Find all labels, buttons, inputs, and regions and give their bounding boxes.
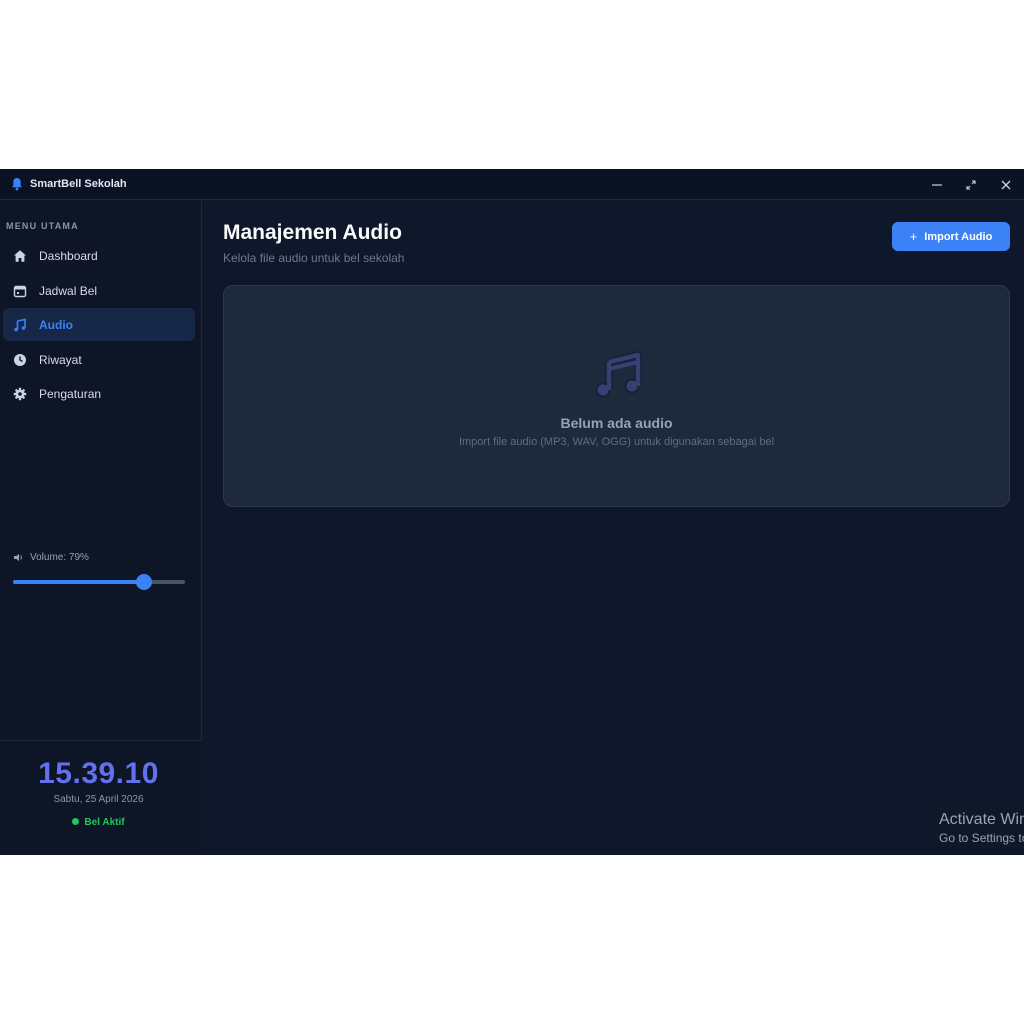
sidebar-item-label: Audio xyxy=(39,318,73,332)
sidebar-item-riwayat[interactable]: Riwayat xyxy=(3,343,195,376)
bell-status-label: Bel Aktif xyxy=(84,817,125,828)
home-icon xyxy=(14,250,26,262)
clock-icon xyxy=(14,354,26,366)
page-title: Manajemen Audio xyxy=(223,221,402,244)
minimize-button[interactable] xyxy=(920,169,954,200)
sidebar-item-jadwal-bel[interactable]: Jadwal Bel xyxy=(3,274,195,307)
status-dot-icon xyxy=(72,818,80,825)
sidebar-item-dashboard[interactable]: Dashboard xyxy=(3,239,195,272)
music-icon xyxy=(595,351,642,398)
maximize-button[interactable] xyxy=(954,169,988,200)
sidebar-item-label: Dashboard xyxy=(39,249,98,263)
clock-date: Sabtu, 25 April 2026 xyxy=(53,794,144,805)
gear-icon xyxy=(13,387,27,401)
speaker-icon xyxy=(14,553,22,562)
sidebar-item-label: Jadwal Bel xyxy=(39,284,98,298)
volume-label: Volume: 79% xyxy=(30,552,89,563)
empty-state-title: Belum ada audio xyxy=(560,415,673,431)
volume-slider-fill xyxy=(13,580,144,584)
main-content: Manajemen Audio Kelola file audio untuk … xyxy=(203,201,1024,855)
volume-slider[interactable] xyxy=(13,574,185,590)
music-note-icon xyxy=(14,318,26,332)
clock-panel: 15.39.10 Sabtu, 25 April 2026 Bel Aktif xyxy=(0,740,202,855)
sidebar-item-audio[interactable]: Audio xyxy=(3,308,195,341)
page-subtitle: Kelola file audio untuk bel sekolah xyxy=(223,251,405,265)
volume-slider-thumb[interactable] xyxy=(135,574,152,590)
close-icon xyxy=(1001,180,1011,189)
minimize-icon xyxy=(932,183,942,186)
sidebar: MENU UTAMA Dashboard Jadwal Bel Audio Ri… xyxy=(0,201,202,855)
sidebar-item-label: Riwayat xyxy=(39,353,82,367)
watermark-subtitle: Go to Settings to activate Windows. xyxy=(939,831,1024,845)
close-button[interactable] xyxy=(989,169,1023,200)
title-bar: SmartBell Sekolah xyxy=(0,169,1024,200)
empty-state-description: Import file audio (MP3, WAV, OGG) untuk … xyxy=(458,436,775,448)
app-window: SmartBell Sekolah MENU UTAMA Dashboard J… xyxy=(0,169,1024,855)
app-title: SmartBell Sekolah xyxy=(30,178,127,190)
menu-section-label: MENU UTAMA xyxy=(6,221,79,231)
bell-icon xyxy=(12,178,22,191)
clock-time: 15.39.10 xyxy=(38,757,159,790)
plus-icon: + xyxy=(909,229,918,244)
empty-state-card: Belum ada audio Import file audio (MP3, … xyxy=(223,285,1010,507)
maximize-icon xyxy=(966,179,976,190)
volume-label-row: Volume: 79% xyxy=(13,552,89,563)
bell-status: Bel Aktif xyxy=(0,817,197,828)
sidebar-item-label: Pengaturan xyxy=(39,387,102,401)
calendar-icon xyxy=(13,285,27,298)
watermark-title: Activate Windows xyxy=(939,811,1024,828)
sidebar-item-pengaturan[interactable]: Pengaturan xyxy=(3,377,195,410)
activate-windows-watermark: Activate Windows Go to Settings to activ… xyxy=(939,810,1024,848)
import-audio-button[interactable]: + Import Audio xyxy=(892,222,1010,251)
import-audio-label: Import Audio xyxy=(924,230,993,243)
